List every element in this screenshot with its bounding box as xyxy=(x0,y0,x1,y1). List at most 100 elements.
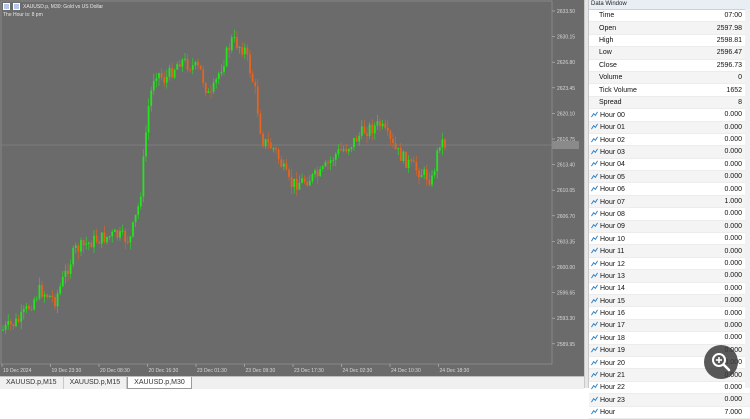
flag-icon xyxy=(3,3,10,10)
row-label: Volume xyxy=(589,74,682,81)
row-label: Close xyxy=(589,62,682,69)
row-label-text: Hour 01 xyxy=(600,124,625,132)
indicator-icon xyxy=(591,210,598,217)
candle-body xyxy=(116,229,119,238)
time-label: 24 Dec 10:30 xyxy=(391,368,421,374)
row-label-text: Hour 03 xyxy=(600,148,625,156)
candle-body xyxy=(340,149,342,151)
row-label: Hour 23 xyxy=(589,396,682,404)
candle-body xyxy=(80,240,82,252)
data-window-row: Hour 00 0.000 xyxy=(589,109,750,122)
indicator-icon xyxy=(591,408,598,415)
data-window-row: Hour 05 0.000 xyxy=(589,171,750,184)
candle-body xyxy=(95,235,98,242)
candle-body xyxy=(431,175,433,185)
indicator-line: The Hour is: 8 pm xyxy=(3,12,43,18)
data-window-scrollbar[interactable] xyxy=(745,9,750,388)
data-window-row: Hour 7.000 xyxy=(589,407,750,419)
candle-body xyxy=(327,162,329,164)
candle-body xyxy=(181,59,184,67)
candle-body xyxy=(72,247,75,265)
candle-body xyxy=(4,324,7,330)
candle-body xyxy=(360,126,363,136)
price-label: 2593.30 xyxy=(557,316,575,322)
candle-body xyxy=(342,149,345,151)
candle-body xyxy=(22,308,25,312)
row-label-text: Tick Volume xyxy=(599,86,637,94)
row-value: 07:00 xyxy=(724,12,742,20)
row-label-text: Open xyxy=(599,24,617,32)
indicator-icon xyxy=(591,346,598,353)
candle-body xyxy=(405,151,407,168)
candle-body xyxy=(345,149,348,152)
candle-body xyxy=(290,176,293,187)
candle-body xyxy=(147,105,150,133)
data-window-row: Hour 12 0.000 xyxy=(589,258,750,271)
time-label: 20 Dec 08:30 xyxy=(100,368,130,374)
candle-body xyxy=(189,69,192,71)
candle-body xyxy=(233,37,236,39)
indicator-icon xyxy=(591,123,598,130)
candle-body xyxy=(100,232,103,244)
row-label-text: Hour 17 xyxy=(600,322,625,330)
candle-body xyxy=(373,125,376,134)
price-label: 2630.15 xyxy=(557,35,575,41)
candle-body xyxy=(298,182,301,190)
data-window-title: Data Window xyxy=(589,0,750,10)
candle-body xyxy=(93,235,95,248)
candle-body xyxy=(285,163,288,170)
data-window-row: Hour 07 1.000 xyxy=(589,195,750,209)
indicator-icon xyxy=(591,371,598,378)
zoom-icon[interactable] xyxy=(704,345,738,379)
price-chart[interactable]: 2633.50 2630.15 2626.80 2623.45 2620.10 2616.… xyxy=(0,0,584,376)
candle-body xyxy=(25,306,28,309)
candlestick-chart[interactable]: 2633.502630.152626.802623.452620.102616.… xyxy=(0,0,584,376)
data-window-row: Hour 11 0.000 xyxy=(589,245,750,258)
candle-body xyxy=(124,230,127,242)
candle-body xyxy=(56,293,59,307)
indicator-icon xyxy=(591,148,598,155)
candle-body xyxy=(191,65,194,70)
row-value: 0 xyxy=(738,74,742,82)
indicator-icon xyxy=(591,173,598,180)
row-value: 0.000 xyxy=(724,148,742,156)
candle-body xyxy=(254,81,257,87)
tab-chart-3[interactable]: XAUUSD.p,M30 xyxy=(127,377,192,389)
candle-body xyxy=(277,149,280,160)
row-label-text: Hour xyxy=(600,409,616,417)
row-value: 0.000 xyxy=(724,123,742,131)
tab-chart-1[interactable]: XAUUSD.p,M15 xyxy=(0,377,64,389)
candle-body xyxy=(51,295,54,298)
indicator-icon xyxy=(591,284,598,291)
candle-body xyxy=(251,73,254,82)
tab-chart-2[interactable]: XAUUSD.p,M15 xyxy=(64,377,128,389)
candle-body xyxy=(402,151,405,161)
candle-body xyxy=(288,169,290,177)
indicator-icon xyxy=(591,222,598,229)
row-value: 0.000 xyxy=(724,111,742,119)
candle-body xyxy=(436,150,439,172)
row-value: 0.000 xyxy=(724,185,742,193)
candle-body xyxy=(259,113,262,134)
time-label: 19 Dec 23:30 xyxy=(52,368,82,374)
candle-body xyxy=(199,65,202,70)
data-window-row: Hour 01 0.000 xyxy=(589,121,750,134)
candle-body xyxy=(173,69,176,78)
row-label-text: Hour 21 xyxy=(600,372,625,380)
indicator-icon xyxy=(591,359,598,366)
candle-body xyxy=(158,73,160,79)
time-label: 23 Dec 01:30 xyxy=(197,368,227,374)
candle-body xyxy=(319,168,322,177)
indicator-icon xyxy=(591,111,598,118)
row-label: Hour 10 xyxy=(589,235,682,243)
candle-body xyxy=(12,324,15,327)
candle-body xyxy=(30,308,33,310)
row-label: Hour 08 xyxy=(589,210,682,218)
candle-body xyxy=(111,231,114,237)
row-label-text: Hour 13 xyxy=(600,272,625,280)
candle-body xyxy=(379,121,381,127)
candle-body xyxy=(171,67,173,78)
candle-body xyxy=(358,135,361,142)
row-value: 0.000 xyxy=(724,222,742,230)
data-window: Data Window Time 07:00 Open 2597.98 High 2598… xyxy=(588,0,750,419)
